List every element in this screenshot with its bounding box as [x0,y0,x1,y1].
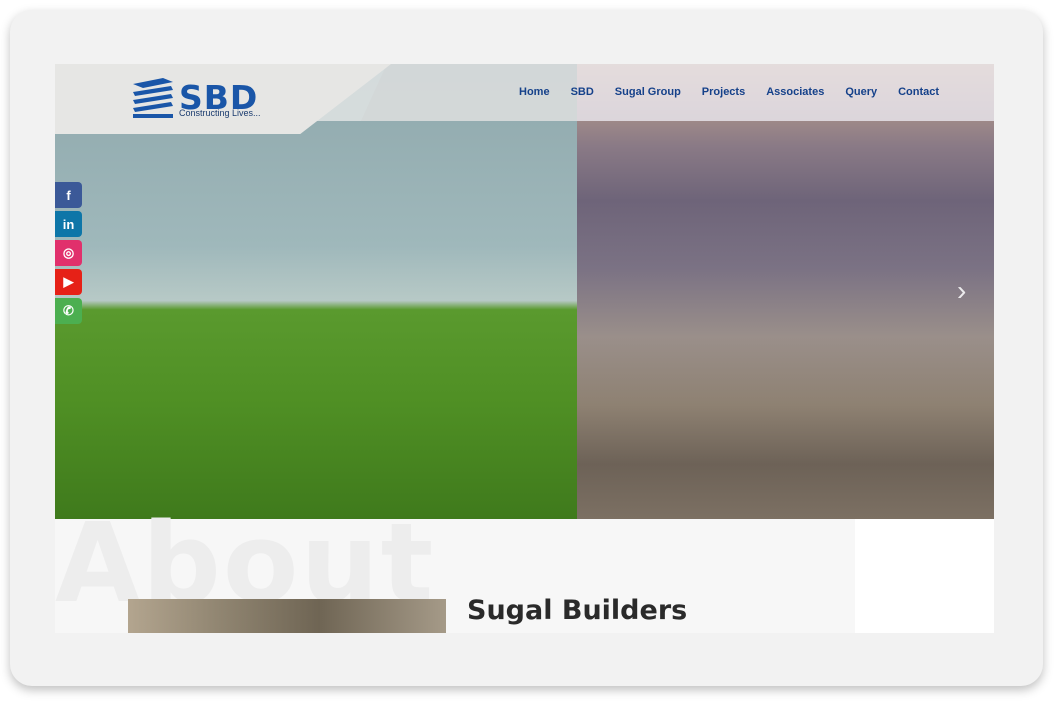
youtube-icon[interactable]: ▶ [55,269,82,295]
main-nav: Home SBD Sugal Group Projects Associates… [519,83,960,101]
nav-item-sbd[interactable]: SBD [571,83,594,101]
about-section: About Sugal Builders [55,499,994,633]
page-viewport: › SBD Constructing Lives... Home SBD Sug… [55,64,994,633]
building-stack-icon [133,78,173,118]
logo-tagline: Constructing Lives... [179,108,261,118]
instagram-icon[interactable]: ◎ [55,240,82,266]
nav-item-sugal-group[interactable]: Sugal Group [615,83,681,101]
carousel-slide-father-daughter [577,64,994,519]
site-header: SBD Constructing Lives... Home SBD Sugal… [55,64,994,134]
facebook-icon[interactable]: f [55,182,82,208]
social-sidebar: f in ◎ ▶ ✆ [55,182,82,327]
nav-item-associates[interactable]: Associates [766,83,824,101]
about-image [128,599,446,633]
whatsapp-icon[interactable]: ✆ [55,298,82,324]
linkedin-icon[interactable]: in [55,211,82,237]
nav-item-home[interactable]: Home [519,83,550,101]
nav-item-contact[interactable]: Contact [898,83,939,101]
site-logo[interactable]: SBD Constructing Lives... [133,76,273,122]
nav-item-query[interactable]: Query [845,83,877,101]
nav-item-projects[interactable]: Projects [702,83,745,101]
about-heading: Sugal Builders [467,595,688,626]
carousel-next-arrow-icon[interactable]: › [957,276,977,306]
